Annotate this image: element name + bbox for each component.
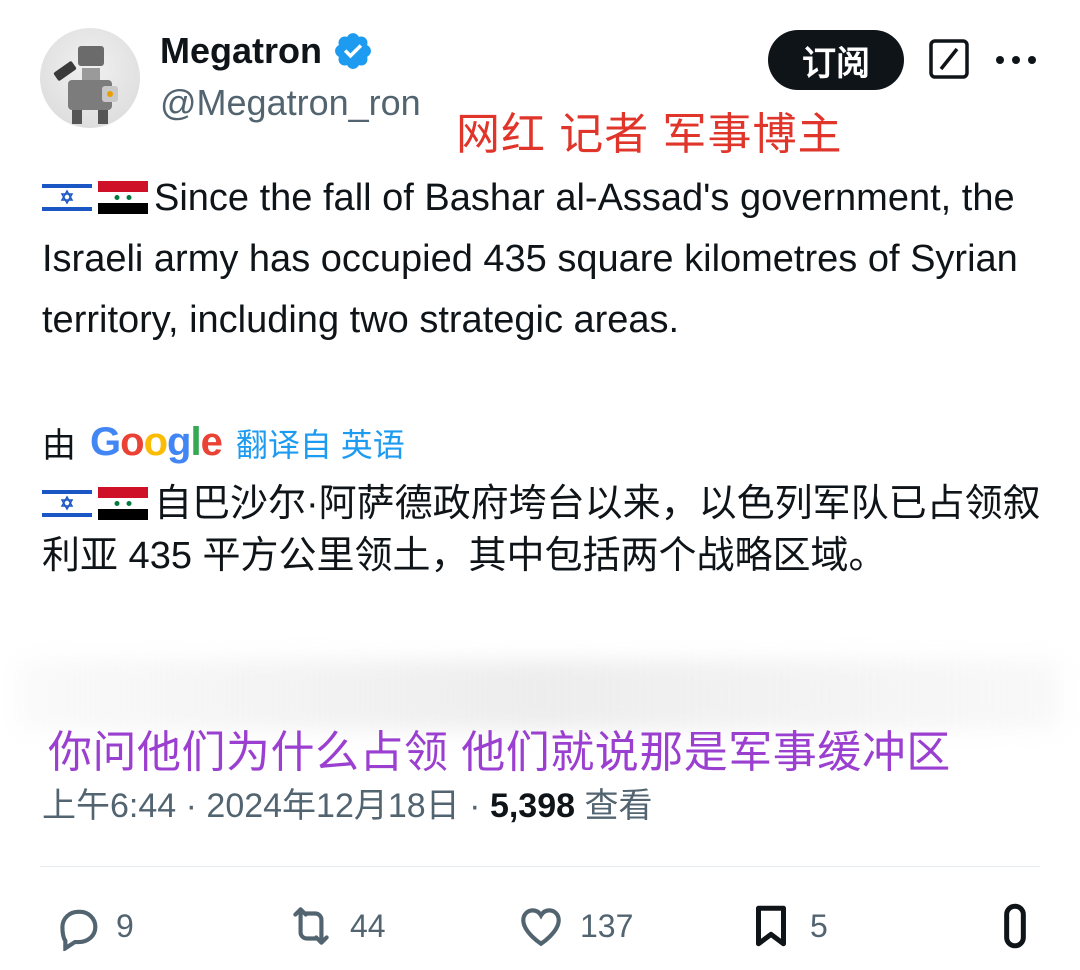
author-name-text[interactable]: Megatron [160,30,322,72]
retweet-count: 44 [350,907,386,944]
reply-icon [60,909,98,951]
subscribe-button[interactable]: 订阅 [768,30,904,90]
translated-by-prefix: 由 [42,427,76,465]
bookmark-count: 5 [810,907,828,944]
tweet-time[interactable]: 上午6:44 [42,787,176,825]
tweet-text-chinese-content: 自巴沙尔·阿萨德政府垮台以来，以色列军队已占领叙利亚 435 平方公里领土，其中… [42,483,1041,577]
syria-flag-icon [98,181,148,214]
israel-flag-icon [42,181,92,214]
views-count: 5,398 [489,787,576,825]
reply-button[interactable]: 9 [52,896,134,956]
bookmark-button[interactable]: 5 [746,896,828,956]
retweet-icon [293,907,329,945]
like-icon [521,908,561,947]
like-button[interactable]: 137 [516,896,633,956]
verified-badge-icon [335,33,371,69]
tweet-text-english-content: Since the fall of Bashar al-Assad's gove… [42,177,1018,341]
more-icon[interactable] [996,42,1036,78]
annotation-red: 网红 记者 军事博主 [456,110,843,159]
tweet-meta: 上午6:44 · 2024年12月18日 · 5,398 查看 [42,787,653,825]
views-label: 查看 [584,787,653,825]
grok-icon[interactable] [928,38,970,80]
retweet-button[interactable]: 44 [286,896,386,956]
author-name[interactable]: Megatron [160,30,374,72]
israel-flag-icon [42,487,92,520]
share-icon [1004,903,1026,949]
avatar[interactable] [40,28,140,128]
bookmark-icon [756,905,786,947]
author-handle[interactable]: @Megatron_ron [160,82,421,124]
like-count: 137 [580,907,634,944]
share-button[interactable] [990,896,1040,956]
google-logo: Google [90,420,223,464]
tweet-date[interactable]: 2024年12月18日 [206,787,459,825]
annotation-purple: 你问他们为什么占领 他们就说那是军事缓冲区 [48,728,951,777]
divider [40,866,1040,867]
tweet-text-english: Since the fall of Bashar al-Assad's gove… [42,168,1042,351]
translation-row: 由 Google 翻译自 英语 [42,418,405,467]
tweet-text-chinese: 自巴沙尔·阿萨德政府垮台以来，以色列军队已占领叙利亚 435 平方公里领土，其中… [42,478,1042,582]
translate-link[interactable]: 翻译自 英语 [236,420,405,466]
syria-flag-icon [98,487,148,520]
reply-count: 9 [116,907,134,944]
